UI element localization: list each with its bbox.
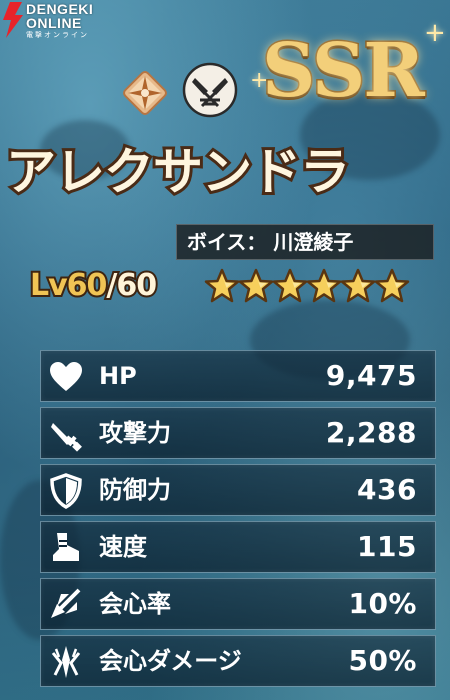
- stats-panel: HP 9,475 攻撃力 2,288 防御力 436 速度 115 会心率 10% 会心ダメージ 50…: [40, 350, 436, 692]
- star-icon: [374, 268, 410, 304]
- star-rating: [204, 268, 410, 304]
- stat-label: 防御力: [99, 476, 171, 504]
- crossed-swords-icon: [182, 62, 238, 118]
- sparkle-icon: +: [424, 18, 446, 48]
- stat-value: 10%: [348, 587, 417, 620]
- shield-icon: [50, 473, 82, 510]
- logo-text-line2: ONLINE: [26, 15, 82, 31]
- stat-value: 9,475: [325, 359, 417, 392]
- stat-row: 会心率 10%: [40, 578, 436, 630]
- stat-value: 115: [357, 530, 417, 563]
- stat-value: 2,288: [325, 416, 417, 449]
- sword-icon: [51, 423, 82, 452]
- character-name: アレクサンドラ: [3, 143, 353, 201]
- star-icon: [306, 268, 342, 304]
- logo-subtext: 電撃オンライン: [26, 31, 89, 39]
- stat-row: 防御力 436: [40, 464, 436, 516]
- voice-actor-label: ボイス： 川澄綾子: [176, 224, 434, 260]
- crit-arrow-icon: [51, 588, 81, 618]
- stat-label: HP: [99, 362, 137, 390]
- stat-label: 会心ダメージ: [99, 647, 242, 675]
- stat-value: 436: [357, 473, 417, 506]
- stat-row: 攻撃力 2,288: [40, 407, 436, 459]
- stat-row: 速度 115: [40, 521, 436, 573]
- stat-row: HP 9,475: [40, 350, 436, 402]
- stat-value: 50%: [348, 644, 417, 677]
- dengeki-online-logo: DENGEKI ONLINE 電撃オンライン: [0, 0, 125, 40]
- level-max: /60: [104, 266, 159, 305]
- heart-icon: [50, 362, 82, 391]
- crit-burst-icon: [51, 646, 81, 678]
- stat-label: 会心率: [99, 590, 171, 618]
- star-icon: [238, 268, 274, 304]
- boot-icon: [53, 533, 79, 561]
- rarity-badge: SSR: [261, 28, 427, 114]
- compass-star-icon: [123, 71, 167, 115]
- stat-label: 速度: [99, 533, 147, 561]
- star-icon: [340, 268, 376, 304]
- lightning-bolt-icon: [3, 2, 23, 38]
- stat-label: 攻撃力: [99, 419, 171, 447]
- level-row: Lv60/60: [28, 266, 410, 308]
- star-icon: [272, 268, 308, 304]
- star-icon: [204, 268, 240, 304]
- level-value: Lv60: [28, 266, 109, 305]
- stat-row: 会心ダメージ 50%: [40, 635, 436, 687]
